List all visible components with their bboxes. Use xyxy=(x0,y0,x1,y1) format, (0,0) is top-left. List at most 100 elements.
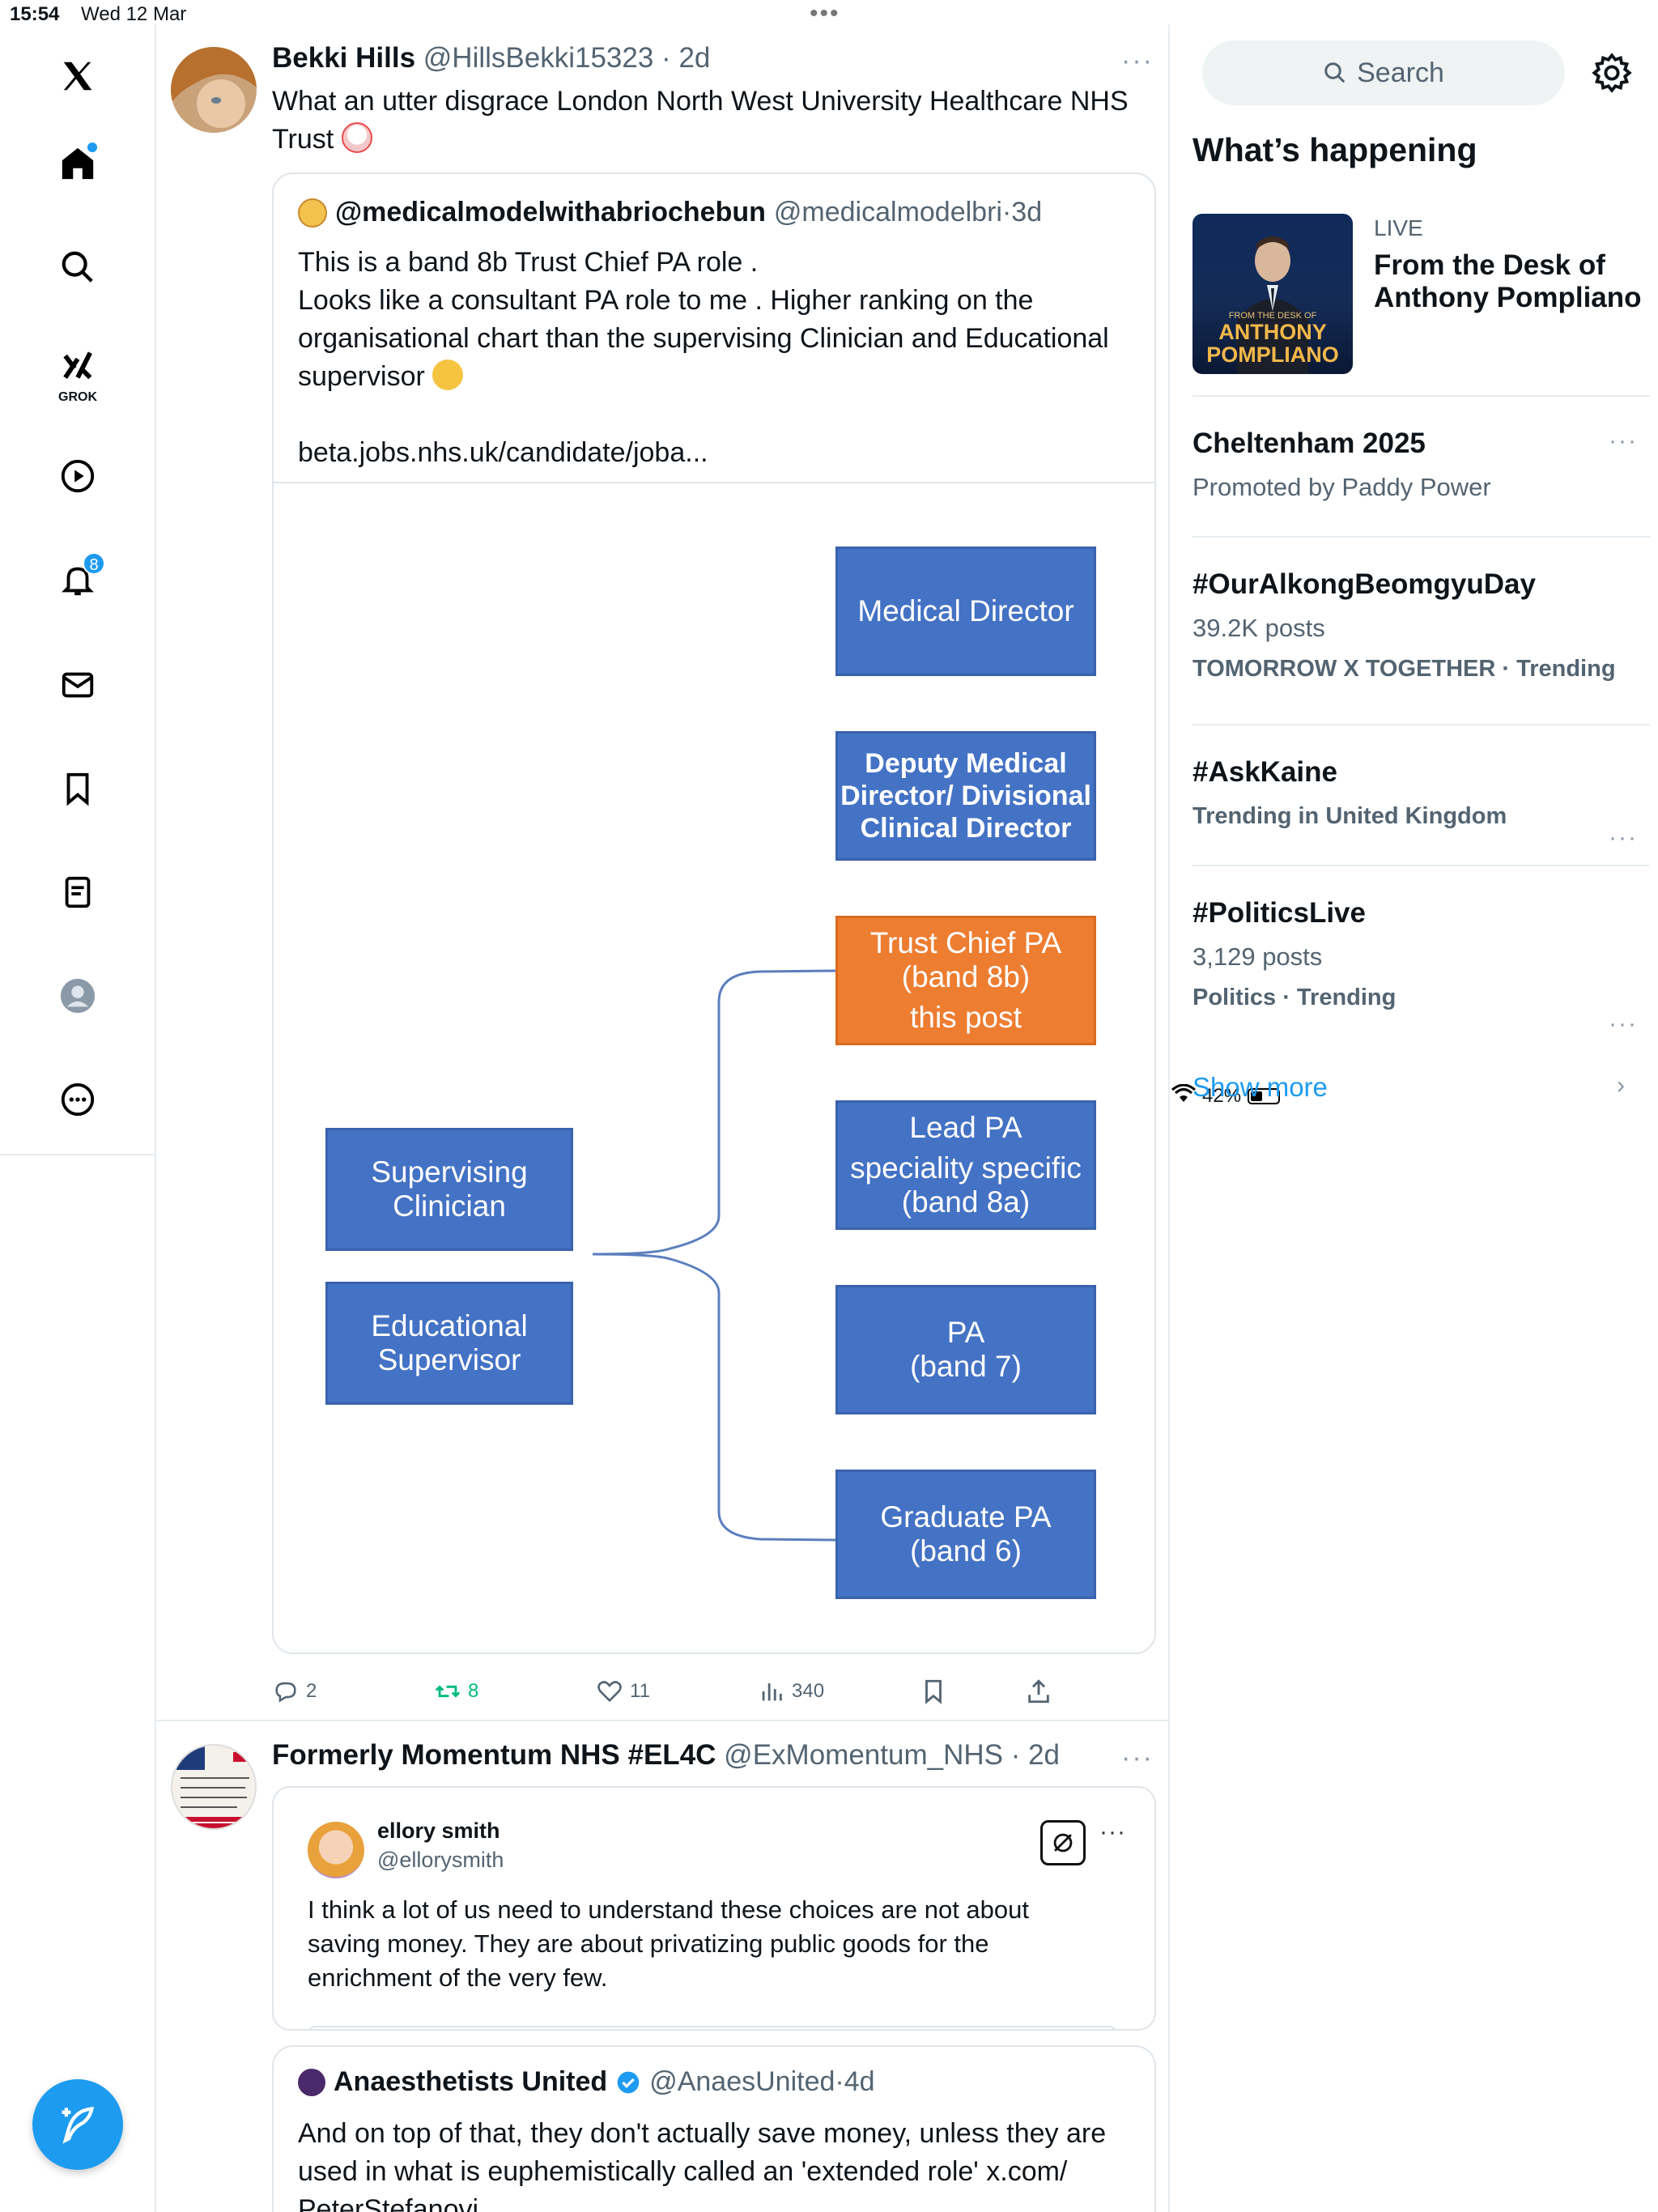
quote-text-line: organisational chart than the supervisin… xyxy=(298,323,1109,354)
quote-time[interactable]: 4d xyxy=(844,2066,875,2098)
verified-badge-icon xyxy=(617,2071,640,2093)
chart-label: (band 8b) xyxy=(901,960,1031,993)
messages-envelope-icon[interactable] xyxy=(49,656,107,714)
avatar[interactable] xyxy=(171,47,257,133)
tweet-time[interactable]: 2d xyxy=(678,42,710,74)
repost-icon xyxy=(435,1685,461,1698)
more-options-icon[interactable] xyxy=(49,1070,107,1129)
org-chart-image[interactable]: Medical Director Deputy Medical Director… xyxy=(274,482,1154,1653)
card-more-icon: ··· xyxy=(1099,1819,1126,1845)
views-count: 340 xyxy=(792,1680,825,1702)
show-more-link[interactable]: Show more xyxy=(1192,1072,1328,1103)
trend-post-count: 3,129 posts xyxy=(1192,942,1323,971)
card-text-line: I think a lot of us need to understand t… xyxy=(308,1895,1029,1924)
trend-item[interactable]: #OurAlkongBeomgyuDay 39.2K posts TOMORRO… xyxy=(1192,568,1646,683)
card-name: ellory smith xyxy=(377,1819,500,1843)
chart-label: (band 8a) xyxy=(901,1185,1031,1219)
chart-label: Director/ Divisional xyxy=(840,781,1091,811)
repost-count: 8 xyxy=(468,1680,479,1702)
chart-label: Clinician xyxy=(393,1189,506,1223)
quote-author-name[interactable]: @medicalmodelwithabriochebun xyxy=(335,197,766,228)
chart-box-educational-supervisor: Educational Supervisor xyxy=(325,1282,573,1405)
card-text: I think a lot of us need to understand t… xyxy=(308,1893,1109,1995)
live-event-thumbnail[interactable]: FROM THE DESK OF ANTHONY POMPLIANO xyxy=(1192,214,1353,374)
search-icon[interactable] xyxy=(49,238,107,296)
author-handle[interactable]: @ExMomentum_NHS xyxy=(724,1739,1003,1771)
search-input[interactable]: Search xyxy=(1202,40,1565,105)
avatar[interactable] xyxy=(171,1744,257,1830)
live-thumb-name: ANTHONY POMPLIANO xyxy=(1192,321,1353,366)
trend-meta: Trending in United Kingdom xyxy=(1192,803,1507,829)
tweet-more-menu[interactable]: ··· xyxy=(1121,45,1154,77)
trend-item[interactable]: Cheltenham 2025 Promoted by Paddy Power … xyxy=(1192,428,1646,502)
grok-icon[interactable]: GROK xyxy=(49,342,107,404)
lists-icon[interactable] xyxy=(49,863,107,921)
status-bar: 15:54 Wed 12 Mar ••• 42% xyxy=(0,0,1658,1107)
trend-more-icon[interactable]: ··· xyxy=(1609,824,1638,852)
reply-button[interactable]: 2 xyxy=(272,1678,317,1705)
trend-title: #PoliticsLive xyxy=(1192,897,1366,929)
quote-text-line: This is a band 8b Trust Chief PA role . xyxy=(298,247,759,278)
quote-time[interactable]: 3d xyxy=(1011,197,1042,228)
embedded-image-card[interactable]: ellory smith @ellorysmith ··· I think a … xyxy=(272,1786,1156,2031)
tweet-more-menu[interactable]: ··· xyxy=(1121,1742,1154,1774)
x-logo-icon[interactable] xyxy=(49,47,107,105)
quote-author-handle[interactable]: @AnaesUnited xyxy=(649,2066,835,2098)
trend-meta: Politics · Trending xyxy=(1192,985,1397,1010)
profile-avatar-icon[interactable] xyxy=(49,967,107,1025)
quote-avatar[interactable] xyxy=(298,2068,325,2096)
repost-button[interactable]: 8 xyxy=(434,1678,478,1705)
search-placeholder: Search xyxy=(1357,57,1444,88)
home-icon[interactable] xyxy=(49,134,107,193)
heart-icon xyxy=(597,1681,622,1703)
chart-label: PA xyxy=(946,1316,985,1349)
live-title[interactable]: From the Desk of Anthony Pompliano xyxy=(1374,249,1649,314)
quoted-tweet[interactable]: Anaesthetists United @AnaesUnited · 4d And… xyxy=(272,2045,1156,2212)
tweet-actions: 2 8 11 340 xyxy=(272,1678,1082,1710)
compose-post-button[interactable] xyxy=(32,2079,123,2170)
views-chart-icon xyxy=(762,1683,782,1701)
chart-box-graduate-pa: Graduate PA (band 6) xyxy=(835,1470,1096,1599)
quoted-tweet[interactable]: @medicalmodelwithabriochebun @medicalmod… xyxy=(272,172,1156,1654)
trend-item[interactable]: #AskKaine Trending in United Kingdom ··· xyxy=(1192,756,1646,851)
views-button[interactable]: 340 xyxy=(758,1678,824,1705)
trend-more-icon[interactable]: ··· xyxy=(1609,1010,1638,1038)
card-avatar xyxy=(308,1822,364,1878)
sidebar-divider xyxy=(1192,395,1650,397)
trend-item[interactable]: #PoliticsLive 3,129 posts Politics · Tre… xyxy=(1192,897,1646,1037)
settings-gear-icon[interactable] xyxy=(1591,52,1633,94)
trend-subtitle: Promoted by Paddy Power xyxy=(1192,473,1491,501)
author-name[interactable]: Bekki Hills xyxy=(272,42,415,74)
home-unread-dot xyxy=(87,143,97,152)
author-handle[interactable]: @HillsBekki15323 xyxy=(423,42,654,74)
chart-box-medical-director: Medical Director xyxy=(835,547,1096,676)
share-icon xyxy=(1028,1679,1049,1704)
like-button[interactable]: 11 xyxy=(596,1678,650,1705)
bookmark-icon[interactable] xyxy=(49,759,107,818)
author-name[interactable]: Formerly Momentum NHS #EL4C xyxy=(272,1739,716,1771)
quote-avatar[interactable] xyxy=(298,198,327,228)
share-button[interactable] xyxy=(1025,1678,1052,1705)
quote-author-name[interactable]: Anaesthetists United xyxy=(334,2066,607,2098)
chart-label: Supervisor xyxy=(377,1343,521,1376)
trend-more-icon[interactable]: ··· xyxy=(1609,428,1638,455)
quote-author-handle[interactable]: @medicalmodelbri xyxy=(774,197,1002,228)
chart-box-deputy-medical-director: Deputy Medical Director/ Divisional Clin… xyxy=(835,731,1096,861)
quote-text: This is a band 8b Trust Chief PA role . … xyxy=(298,244,1132,472)
sidebar-divider xyxy=(1192,724,1650,725)
chart-label: Trust Chief PA xyxy=(869,926,1062,959)
quote-link[interactable]: beta.jobs.nhs.uk/candidate/joba... xyxy=(298,434,1132,472)
tweet-bekki-hills[interactable]: Bekki Hills @HillsBekki15323 · 2d ··· Wh… xyxy=(156,24,1168,1720)
multitasking-dots[interactable]: ••• xyxy=(810,0,840,28)
grok-explain-icon xyxy=(1040,1820,1086,1865)
notifications-bell-icon[interactable]: 8 xyxy=(49,551,107,609)
tweet-formerly-momentum[interactable]: Formerly Momentum NHS #EL4C @ExMomentum_… xyxy=(156,1721,1168,2212)
left-nav: GROK 8 xyxy=(0,24,156,1155)
chart-label: (band 7) xyxy=(910,1350,1022,1383)
tweet-time[interactable]: 2d xyxy=(1028,1739,1060,1771)
quote-text-line: And on top of that, they don't actually … xyxy=(298,2118,1107,2149)
live-label: LIVE xyxy=(1374,215,1423,240)
quote-text: And on top of that, they don't actually … xyxy=(298,2115,1132,2212)
bookmark-button[interactable] xyxy=(920,1678,947,1705)
video-play-icon[interactable] xyxy=(49,447,107,505)
